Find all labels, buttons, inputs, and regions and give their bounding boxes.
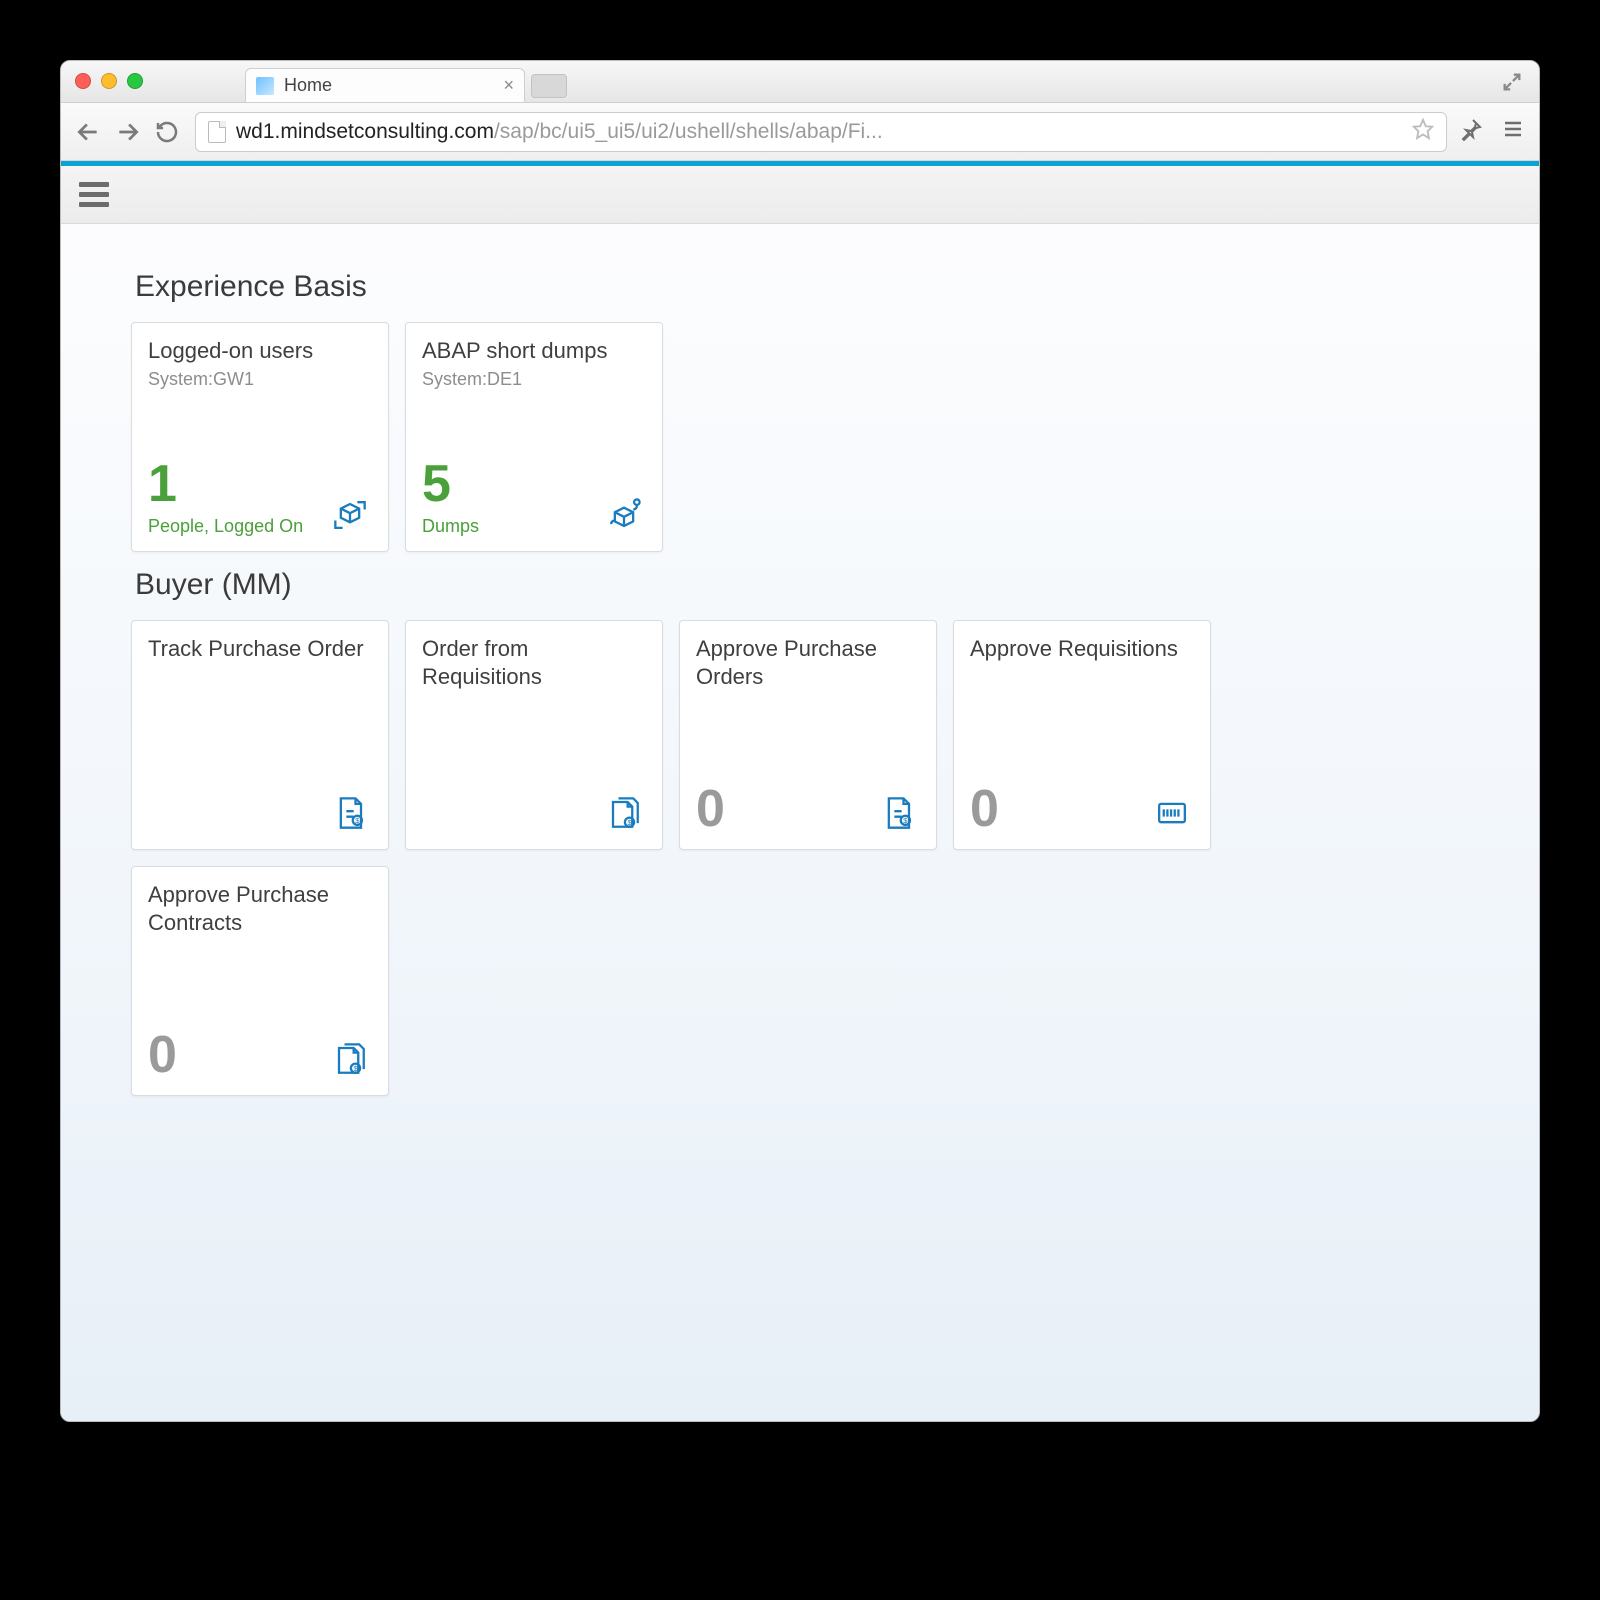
tile-title: Approve Purchase Contracts — [148, 881, 372, 936]
tile-kpi: 0 — [696, 783, 725, 835]
doc-dollar-icon: $ — [876, 791, 920, 835]
tile-abap-dumps[interactable]: ABAP short dumps System:DE1 5 Dumps — [405, 322, 663, 552]
tile-group: Experience Basis Logged-on users System:… — [131, 270, 1469, 552]
tile-kpi: 5 — [422, 458, 479, 510]
svg-text:$: $ — [355, 816, 359, 825]
svg-text:$: $ — [627, 818, 631, 827]
tile-approve-contracts[interactable]: Approve Purchase Contracts 0 $ — [131, 866, 389, 1096]
tile-subtitle: System:GW1 — [148, 369, 372, 390]
reload-button[interactable] — [155, 120, 183, 144]
browser-tab[interactable]: Home × — [245, 68, 525, 102]
bookmark-star-icon[interactable] — [1412, 118, 1434, 146]
tile-approve-po[interactable]: Approve Purchase Orders 0 $ — [679, 620, 937, 850]
browser-toolbar: wd1.mindsetconsulting.com /sap/bc/ui5_ui… — [61, 103, 1539, 161]
tab-close-button[interactable]: × — [503, 75, 514, 96]
box-refresh-icon — [328, 493, 372, 537]
group-title: Buyer (MM) — [135, 568, 1469, 602]
tile-unit: People, Logged On — [148, 516, 303, 537]
forward-button[interactable] — [115, 119, 143, 145]
window-close-button[interactable] — [75, 73, 91, 89]
tile-title: Order from Requisitions — [422, 635, 646, 690]
menu-icon[interactable] — [1501, 117, 1525, 146]
tile-title: Approve Requisitions — [970, 635, 1194, 663]
tile-title: Track Purchase Order — [148, 635, 372, 663]
tile-approve-reqs[interactable]: Approve Requisitions 0 — [953, 620, 1211, 850]
fullscreen-icon[interactable] — [1501, 71, 1523, 98]
tile-kpi: 0 — [148, 1029, 177, 1081]
fiori-header — [61, 166, 1539, 224]
tile-kpi: 0 — [970, 783, 999, 835]
window-zoom-button[interactable] — [127, 73, 143, 89]
fiori-content: Experience Basis Logged-on users System:… — [61, 224, 1539, 1126]
pin-icon[interactable] — [1459, 117, 1483, 146]
traffic-lights — [75, 73, 143, 89]
svg-text:$: $ — [903, 816, 907, 825]
url-host: wd1.mindsetconsulting.com — [236, 120, 494, 144]
docs-dollar-icon: $ — [602, 791, 646, 835]
svg-text:$: $ — [353, 1064, 357, 1073]
url-bar[interactable]: wd1.mindsetconsulting.com /sap/bc/ui5_ui… — [195, 112, 1447, 152]
tile-kpi: 1 — [148, 458, 303, 510]
tile-unit: Dumps — [422, 516, 479, 537]
tab-title: Home — [284, 75, 332, 96]
group-title: Experience Basis — [135, 270, 1469, 304]
back-button[interactable] — [75, 119, 103, 145]
barcode-icon — [1150, 791, 1194, 835]
fiori-page: Experience Basis Logged-on users System:… — [61, 161, 1539, 1421]
tile-group: Buyer (MM) Track Purchase Order $ — [131, 568, 1469, 1096]
window-titlebar: Home × — [61, 61, 1539, 103]
tile-subtitle: System:DE1 — [422, 369, 646, 390]
box-inspect-icon — [602, 493, 646, 537]
tile-title: Approve Purchase Orders — [696, 635, 920, 690]
tile-track-po[interactable]: Track Purchase Order $ — [131, 620, 389, 850]
url-path: /sap/bc/ui5_ui5/ui2/ushell/shells/abap/F… — [494, 120, 883, 144]
browser-window: Home × wd1.mindsetconsulting.com /sap/bc… — [60, 60, 1540, 1422]
doc-dollar-icon: $ — [328, 791, 372, 835]
new-tab-button[interactable] — [531, 74, 567, 98]
nav-menu-button[interactable] — [79, 182, 109, 207]
page-icon — [208, 121, 226, 143]
tile-order-from-reqs[interactable]: Order from Requisitions $ — [405, 620, 663, 850]
tile-title: Logged-on users — [148, 337, 372, 365]
favicon-icon — [256, 77, 274, 95]
tile-logged-on-users[interactable]: Logged-on users System:GW1 1 People, Log… — [131, 322, 389, 552]
window-minimize-button[interactable] — [101, 73, 117, 89]
toolbar-right — [1459, 117, 1525, 146]
docs-dollar-icon: $ — [328, 1037, 372, 1081]
tile-title: ABAP short dumps — [422, 337, 646, 365]
